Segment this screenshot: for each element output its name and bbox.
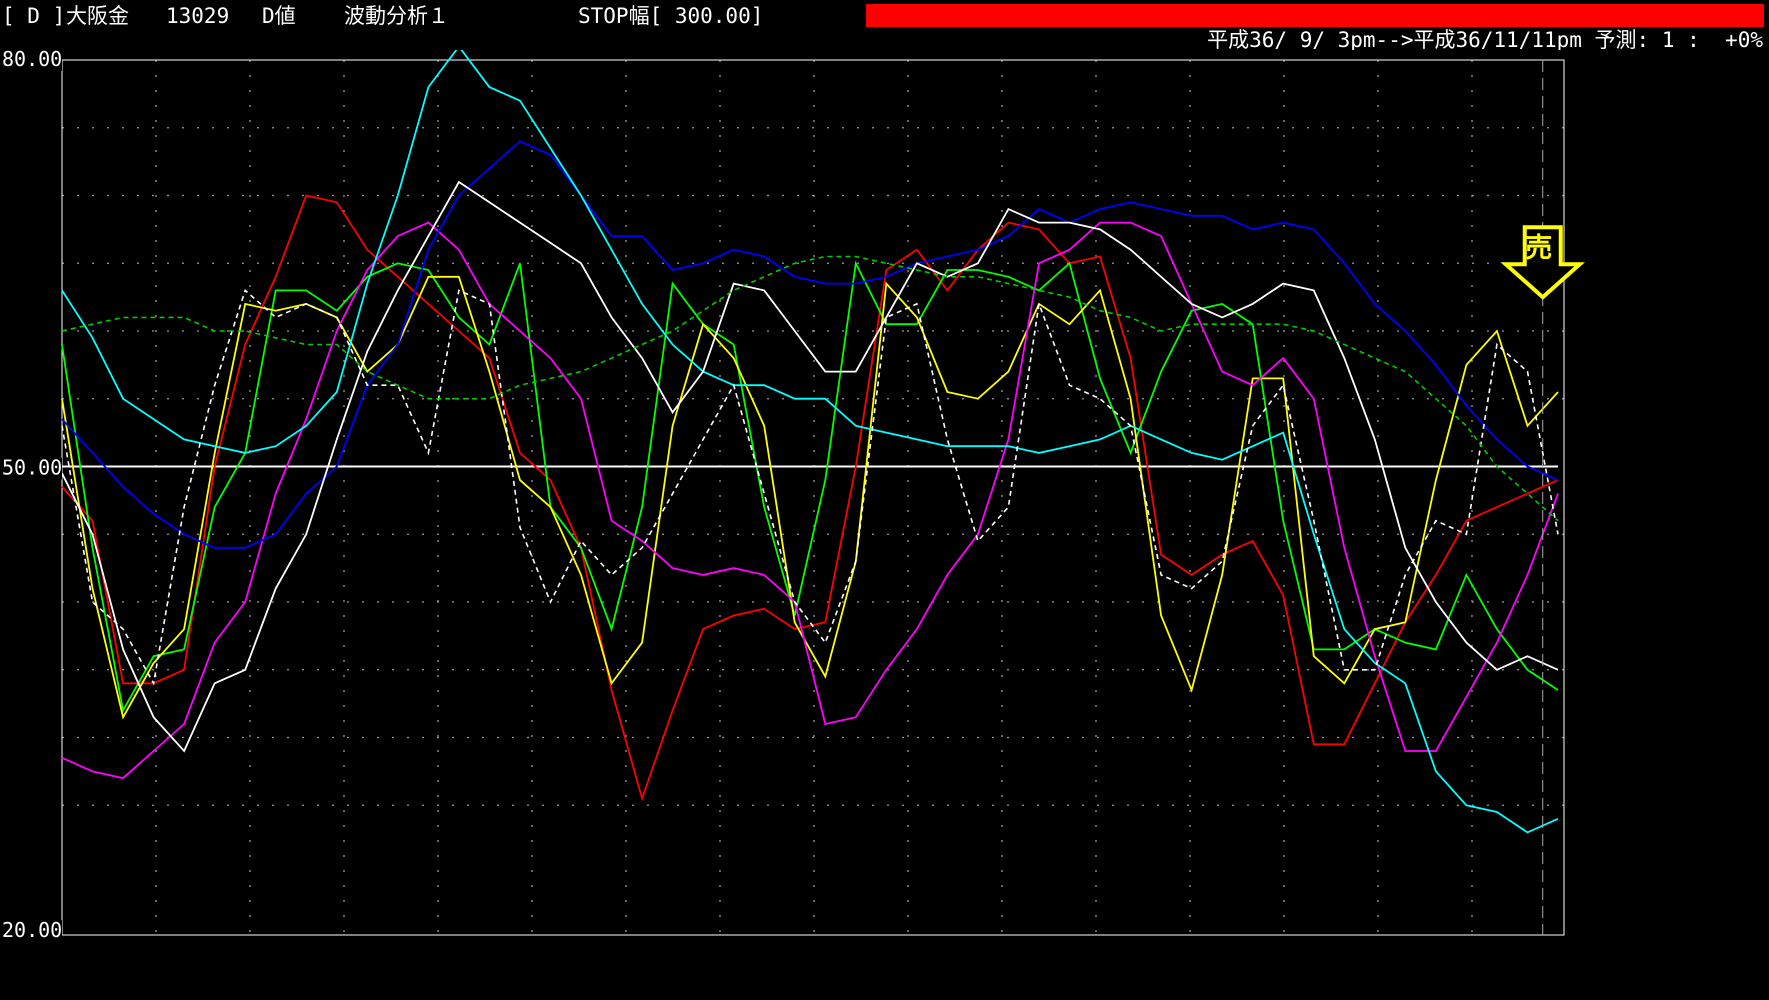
chart-background: [0, 50, 1769, 1000]
value-type: D値: [262, 4, 296, 28]
analysis-name: 波動分析１: [344, 4, 449, 28]
stop-width-bar: [866, 4, 1764, 27]
period-range: 平成36/ 9/ 3pm-->平成36/11/11pm 予測: 1 : +0%: [1207, 28, 1763, 52]
stop-width: STOP幅[ 300.00]: [578, 4, 764, 28]
instrument-code: 13029: [166, 4, 230, 28]
y-tick-label-50: 50.00: [2, 456, 62, 480]
instrument-name: 大阪金: [66, 4, 129, 28]
y-tick-label-80: 80.00: [2, 50, 62, 71]
chart-tag: [ D ]: [2, 4, 66, 28]
y-tick-label-20: 20.00: [2, 918, 62, 942]
sell-signal-label: 売: [1525, 233, 1552, 264]
chart-header: [ D ] 大阪金 13029 D値 波動分析１ STOP幅[ 300.00] …: [0, 0, 1769, 52]
wave-chart: 80.00 50.00 20.00 売: [0, 50, 1769, 1000]
